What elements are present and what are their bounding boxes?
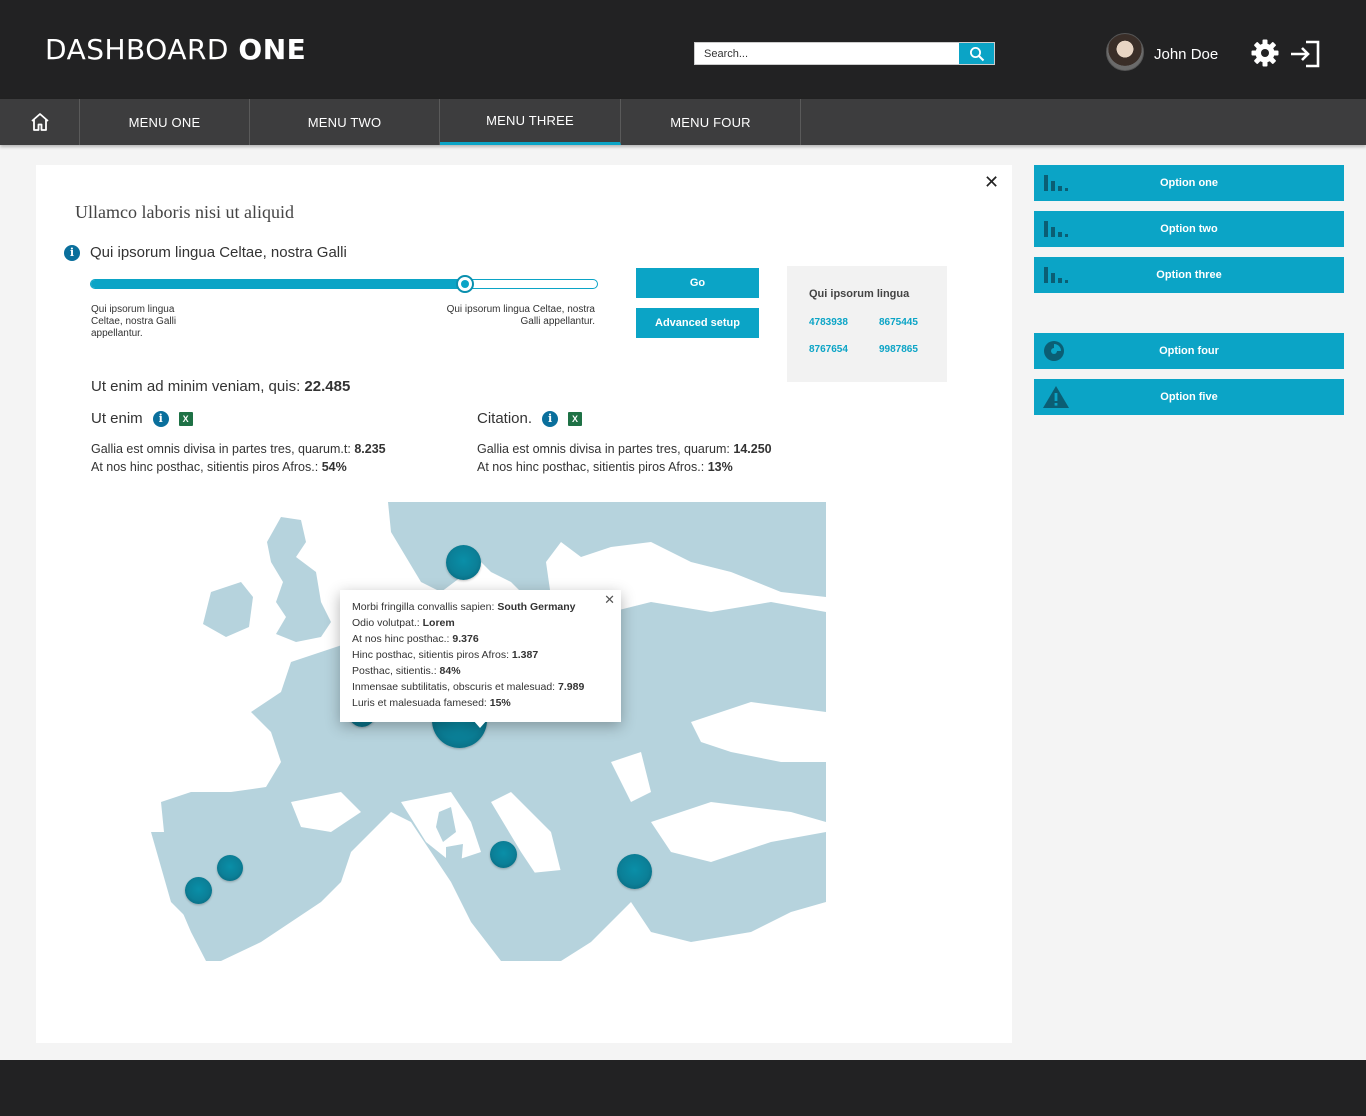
excel-icon[interactable]: X xyxy=(178,411,193,426)
app-header: DASHBOARD ONE John Doe xyxy=(0,0,1366,99)
slider-max-label: Qui ipsorum lingua Celtae, nostra Galli … xyxy=(446,304,595,327)
code-link[interactable]: 4783938 xyxy=(809,317,848,328)
europe-map[interactable]: ✕ Morbi fringilla convallis sapien: Sout… xyxy=(91,502,826,961)
logout-icon[interactable] xyxy=(1289,38,1321,70)
nav-menu-one[interactable]: MENU ONE xyxy=(80,99,250,145)
gear-icon[interactable] xyxy=(1250,38,1280,68)
code-link[interactable]: 9987865 xyxy=(879,344,918,355)
nav-menu-three[interactable]: MENU THREE xyxy=(440,99,621,145)
user-name[interactable]: John Doe xyxy=(1154,46,1218,63)
tooltip-row: Luris et malesuada famesed: 15% xyxy=(352,697,511,709)
summary-value: 22.485 xyxy=(304,378,351,395)
info-icon[interactable]: i xyxy=(152,410,169,427)
excel-icon[interactable]: X xyxy=(568,411,583,426)
section-left-stats: Gallia est omnis divisa in partes tres, … xyxy=(91,442,386,474)
pie-chart-icon xyxy=(1044,341,1064,361)
section-right-stats: Gallia est omnis divisa in partes tres, … xyxy=(477,442,772,474)
option-two-button[interactable]: Option two xyxy=(1034,211,1344,247)
nav-menu-four[interactable]: MENU FOUR xyxy=(621,99,801,145)
slider-fill xyxy=(91,280,465,288)
map-bubble[interactable] xyxy=(617,854,652,889)
option-four-button[interactable]: Option four xyxy=(1034,333,1344,369)
tooltip-row: Odio volutpat.: Lorem xyxy=(352,617,455,629)
summary-line: Ut enim ad minim veniam, quis: 22.485 xyxy=(91,378,351,395)
section-left-heading: Ut enim i X xyxy=(91,410,193,427)
search-icon xyxy=(969,46,984,61)
slider-heading: i Qui ipsorum lingua Celtae, nostra Gall… xyxy=(64,244,347,261)
map-bubble[interactable] xyxy=(446,545,481,580)
search-button[interactable] xyxy=(959,43,994,64)
slider-thumb[interactable] xyxy=(456,275,474,293)
range-slider[interactable] xyxy=(90,275,598,293)
search-input[interactable] xyxy=(695,43,960,64)
tooltip-row: Hinc posthac, sitientis piros Afros: 1.3… xyxy=(352,649,539,661)
nav-home[interactable] xyxy=(0,99,80,145)
option-three-button[interactable]: Option three xyxy=(1034,257,1344,293)
panel-title: Ullamco laboris nisi ut aliquid xyxy=(75,202,294,222)
info-icon[interactable]: i xyxy=(542,410,559,427)
search-box xyxy=(694,42,995,65)
code-link[interactable]: 8767654 xyxy=(809,344,848,355)
go-button[interactable]: Go xyxy=(636,268,759,298)
codes-title: Qui ipsorum lingua xyxy=(809,288,910,300)
close-icon[interactable]: ✕ xyxy=(984,172,999,193)
tooltip-pointer xyxy=(473,720,487,728)
app-footer xyxy=(0,1060,1366,1116)
tooltip-row: At nos hinc posthac.: 9.376 xyxy=(352,633,479,645)
advanced-setup-button[interactable]: Advanced setup xyxy=(636,308,759,338)
main-panel: ✕ Ullamco laboris nisi ut aliquid i Qui … xyxy=(36,165,1012,1043)
avatar[interactable] xyxy=(1106,33,1144,71)
section-right-heading: Citation. i X xyxy=(477,410,583,427)
bar-chart-icon xyxy=(1044,175,1068,191)
map-tooltip: ✕ Morbi fringilla convallis sapien: Sout… xyxy=(340,590,621,728)
bar-chart-icon xyxy=(1044,267,1068,283)
map-bubble[interactable] xyxy=(490,841,517,868)
map-bubble[interactable] xyxy=(217,855,243,881)
codes-box: Qui ipsorum lingua 4783938 8675445 87676… xyxy=(787,266,947,382)
bar-chart-icon xyxy=(1044,221,1068,237)
slider-label: Qui ipsorum lingua Celtae, nostra Galli xyxy=(90,244,347,261)
option-five-button[interactable]: Option five xyxy=(1034,379,1344,415)
tooltip-row: Morbi fringilla convallis sapien: South … xyxy=(352,601,576,613)
option-one-button[interactable]: Option one xyxy=(1034,165,1344,201)
tooltip-row: Inmensae subtilitatis, obscuris et males… xyxy=(352,681,585,693)
info-icon[interactable]: i xyxy=(64,244,80,261)
home-icon xyxy=(30,113,49,131)
app-title: DASHBOARD ONE xyxy=(45,33,307,66)
main-nav: MENU ONE MENU TWO MENU THREE MENU FOUR xyxy=(0,99,1366,145)
tooltip-row: Posthac, sitientis.: 84% xyxy=(352,665,461,677)
warning-icon xyxy=(1043,386,1069,408)
map-bubble[interactable] xyxy=(185,877,212,904)
code-link[interactable]: 8675445 xyxy=(879,317,918,328)
tooltip-close-icon[interactable]: ✕ xyxy=(604,593,615,609)
slider-min-label: Qui ipsorum lingua Celtae, nostra Galli … xyxy=(91,304,177,339)
nav-menu-two[interactable]: MENU TWO xyxy=(250,99,440,145)
